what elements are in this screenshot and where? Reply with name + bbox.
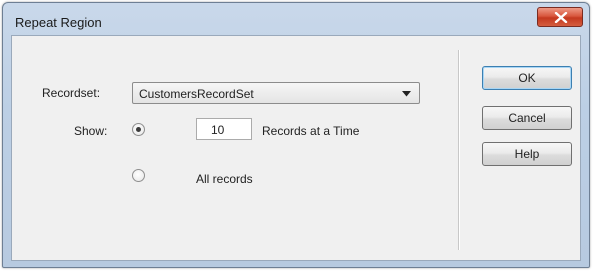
repeat-region-dialog: Repeat Region Recordset: CustomersRecord… bbox=[2, 2, 590, 268]
dropdown-arrow-icon bbox=[402, 91, 411, 97]
records-at-a-time-radio[interactable] bbox=[132, 123, 145, 136]
dialog-body: Recordset: CustomersRecordSet Show: 10 R… bbox=[11, 35, 581, 261]
recordset-label: Recordset: bbox=[42, 86, 101, 100]
help-button[interactable]: Help bbox=[482, 142, 572, 166]
dialog-title: Repeat Region bbox=[15, 15, 102, 30]
show-label: Show: bbox=[74, 124, 108, 138]
close-button[interactable] bbox=[537, 7, 583, 27]
records-count-value: 10 bbox=[211, 123, 225, 137]
all-records-label: All records bbox=[196, 172, 253, 186]
vertical-divider bbox=[458, 50, 460, 250]
recordset-select-value: CustomersRecordSet bbox=[139, 87, 254, 101]
recordset-select[interactable]: CustomersRecordSet bbox=[132, 82, 420, 104]
cancel-button[interactable]: Cancel bbox=[482, 106, 572, 130]
records-at-a-time-label: Records at a Time bbox=[262, 124, 360, 138]
ok-button[interactable]: OK bbox=[482, 66, 572, 90]
records-count-input[interactable]: 10 bbox=[196, 118, 252, 140]
close-icon bbox=[554, 12, 568, 23]
all-records-radio[interactable] bbox=[132, 169, 145, 182]
